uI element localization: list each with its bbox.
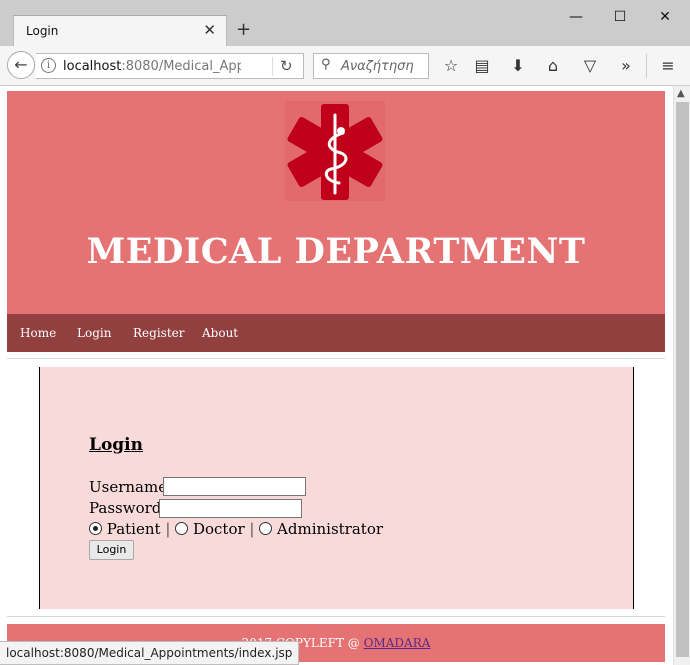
url-host: localhost	[63, 59, 122, 74]
administrator-radio[interactable]	[259, 522, 273, 535]
nav-register-link[interactable]: Register	[133, 326, 184, 340]
download-icon[interactable]: ⬇	[507, 56, 529, 76]
doctor-radio[interactable]	[175, 522, 189, 535]
username-row: Username:	[89, 478, 172, 496]
patient-label: Patient	[106, 520, 161, 538]
scroll-up-arrow-icon[interactable]: ▲	[677, 88, 685, 99]
reload-icon[interactable]: ↻	[280, 57, 293, 75]
urlbar-divider	[272, 57, 273, 76]
new-tab-icon[interactable]: +	[236, 19, 251, 40]
star-of-life-icon	[287, 104, 383, 200]
patient-radio[interactable]	[89, 522, 102, 535]
username-label: Username:	[89, 478, 173, 496]
home-icon[interactable]: ⌂	[542, 56, 564, 76]
url-text[interactable]: localhost:8080/Medical_Appo	[63, 59, 241, 74]
role-separator: |	[165, 520, 171, 538]
doctor-label: Doctor	[192, 520, 245, 538]
login-panel: Login Username: Password: Patient | Doct…	[39, 367, 634, 609]
site-navigation: Home Login Register About	[7, 314, 665, 352]
browser-toolbar: ← i localhost:8080/Medical_Appo ↻ ⚲ Αναζ…	[0, 46, 690, 86]
bottom-divider	[7, 616, 665, 617]
tab-title: Login	[26, 24, 59, 38]
site-title: MEDICAL DEPARTMENT	[86, 231, 586, 272]
login-button[interactable]: Login	[89, 540, 134, 560]
role-row: Patient | Doctor | Administrator	[89, 520, 383, 538]
close-tab-icon[interactable]: ✕	[203, 21, 216, 39]
role-separator: |	[249, 520, 255, 538]
maximize-icon[interactable]: ☐	[605, 6, 635, 28]
footer-omadara-link[interactable]: OMADARA	[364, 636, 431, 650]
search-icon: ⚲	[321, 57, 331, 72]
search-bar[interactable]: ⚲ Αναζήτηση	[313, 53, 429, 79]
nav-about-link[interactable]: About	[202, 326, 238, 340]
hamburger-menu-icon[interactable]: ≡	[657, 56, 679, 76]
overflow-chevron-icon[interactable]: »	[615, 56, 637, 76]
browser-tab[interactable]: Login ✕	[13, 15, 227, 46]
search-placeholder: Αναζήτηση	[341, 59, 414, 74]
administrator-label: Administrator	[277, 520, 384, 538]
status-bar: localhost:8080/Medical_Appointments/inde…	[0, 641, 300, 665]
browser-titlebar: Login ✕ + — ☐ ✕	[0, 0, 690, 46]
password-row: Password:	[89, 499, 166, 517]
site-header: MEDICAL DEPARTMENT	[7, 91, 665, 314]
top-divider	[7, 358, 665, 359]
info-icon[interactable]: i	[41, 58, 56, 73]
nav-home-link[interactable]: Home	[20, 326, 56, 340]
reading-list-icon[interactable]: ▤	[471, 56, 493, 76]
minimize-icon[interactable]: —	[561, 6, 591, 28]
login-heading: Login	[89, 435, 143, 455]
password-label: Password:	[89, 499, 167, 517]
password-input[interactable]	[159, 499, 302, 518]
username-input[interactable]	[163, 477, 306, 496]
back-arrow-icon[interactable]: ←	[7, 51, 35, 79]
window-close-icon[interactable]: ✕	[650, 6, 680, 28]
toolbar-divider	[646, 54, 647, 78]
scroll-thumb[interactable]	[676, 102, 689, 657]
nav-login-link[interactable]: Login	[77, 326, 111, 340]
url-path: :8080/Medical_Appo	[121, 59, 241, 74]
bookmark-star-icon[interactable]: ☆	[440, 56, 462, 76]
pocket-icon[interactable]: ▽	[579, 56, 601, 76]
medical-star-of-life-logo	[285, 101, 385, 201]
page-viewport: MEDICAL DEPARTMENT Home Login Register A…	[0, 86, 690, 665]
address-bar[interactable]: i localhost:8080/Medical_Appo ↻	[36, 53, 304, 79]
vertical-scrollbar[interactable]: ▲	[673, 86, 690, 665]
